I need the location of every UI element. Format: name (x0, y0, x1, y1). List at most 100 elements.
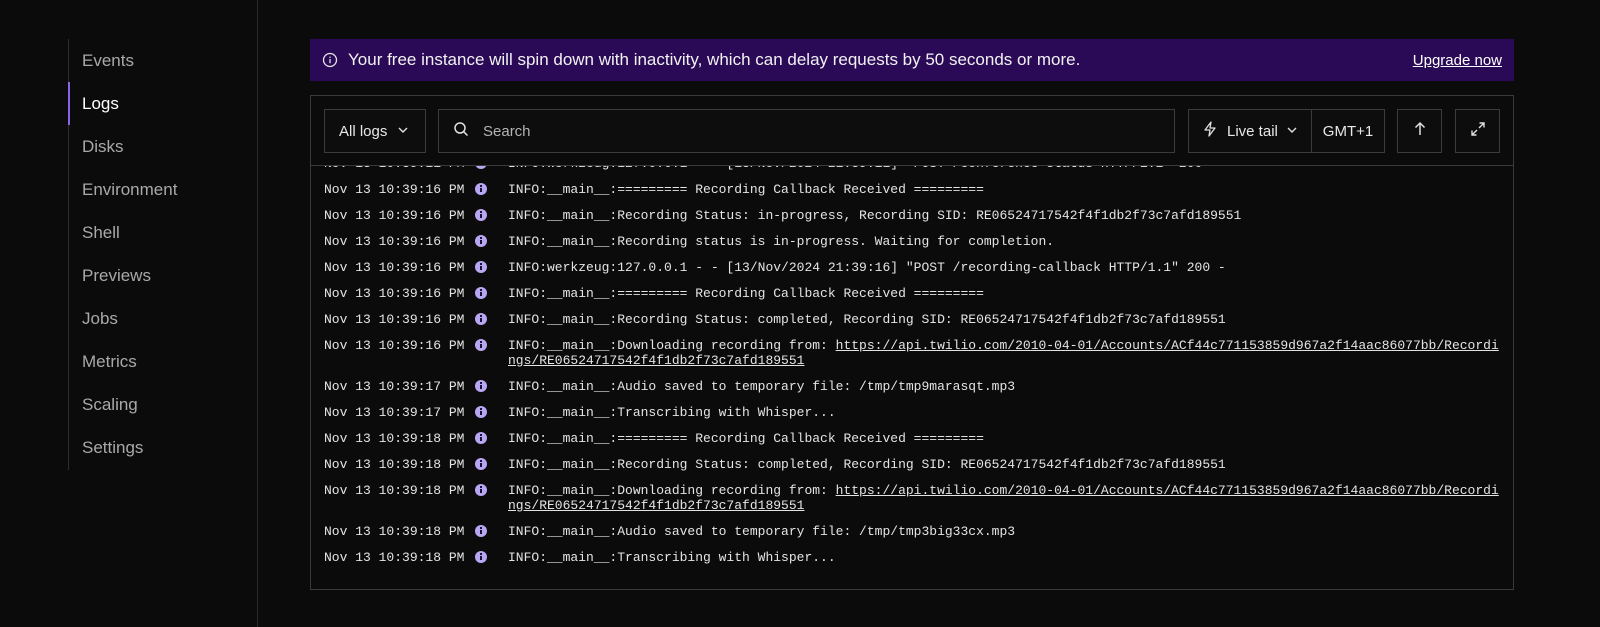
sidebar-item-previews[interactable]: Previews (69, 254, 258, 297)
info-dot-icon (475, 209, 487, 221)
sidebar-item-settings[interactable]: Settings (69, 426, 258, 469)
service-sidebar: Events Logs Disks Environment Shell Previews J… (68, 39, 258, 470)
sidebar-item-shell[interactable]: Shell (69, 211, 258, 254)
chevron-down-icon (397, 123, 409, 140)
log-timestamp: Nov 13 10:39:17 PM (324, 379, 465, 394)
log-message-text: INFO:__main__:Audio saved to temporary f… (508, 524, 1016, 539)
info-level-icon (474, 182, 508, 197)
log-message-text: INFO:__main__:Transcribing with Whisper.… (508, 405, 836, 420)
logs-panel: All logs Live tail GMT+1 (310, 95, 1514, 590)
log-message-text: INFO:__main__:Downloading recording from… (508, 338, 836, 353)
log-timestamp: Nov 13 10:39:18 PM (324, 457, 465, 472)
log-message: INFO:__main__:Audio saved to temporary f… (508, 379, 1513, 394)
log-row: Nov 13 10:39:16 PM INFO:__main__:Recordin… (311, 208, 1513, 223)
info-circle-icon (322, 52, 338, 68)
info-level-icon (474, 166, 508, 171)
sidebar-item-environment[interactable]: Environment (69, 168, 258, 211)
info-dot-icon (475, 406, 487, 418)
info-level-icon (474, 338, 508, 368)
live-tail-group: Live tail GMT+1 (1188, 109, 1385, 153)
log-viewer[interactable]: Nov 13 10:39:11 PM INFO:werkzeug:127.0.0.… (311, 166, 1513, 589)
info-dot-icon (475, 166, 487, 169)
log-message-text: INFO:werkzeug:127.0.0.1 - - [13/Nov/2024… (508, 166, 1218, 171)
log-timestamp: Nov 13 10:39:11 PM (324, 166, 474, 171)
banner-message: Your free instance will spin down with i… (348, 50, 1081, 69)
log-message-text: INFO:__main__:========= Recording Callba… (508, 182, 984, 197)
log-message: INFO:__main__:Recording Status: complete… (508, 312, 1513, 327)
sidebar-item-scaling[interactable]: Scaling (69, 383, 258, 426)
info-dot-icon (475, 183, 487, 195)
log-timestamp: Nov 13 10:39:16 PM (324, 312, 465, 327)
log-message: INFO:__main__:Recording Status: complete… (508, 457, 1513, 472)
log-timestamp: Nov 13 10:39:16 PM (324, 234, 465, 249)
log-message: INFO:werkzeug:127.0.0.1 - - [13/Nov/2024… (508, 260, 1513, 275)
log-message: INFO:__main__:Downloading recording from… (508, 483, 1513, 513)
sidebar-item-jobs[interactable]: Jobs (69, 297, 258, 340)
sidebar-item-events[interactable]: Events (69, 39, 258, 82)
info-dot-icon (475, 551, 487, 563)
log-message: INFO:__main__:Recording status is in-pro… (508, 234, 1513, 249)
log-message-text: INFO:__main__:Recording Status: complete… (508, 457, 1226, 472)
log-row: Nov 13 10:39:16 PM INFO:__main__:Download… (311, 338, 1513, 368)
log-message: INFO:__main__:Audio saved to temporary f… (508, 524, 1513, 539)
log-message: INFO:__main__:Transcribing with Whisper.… (508, 550, 1513, 565)
log-message-text: INFO:werkzeug:127.0.0.1 - - [13/Nov/2024… (508, 260, 1226, 275)
log-search-box[interactable] (438, 109, 1175, 153)
upgrade-now-link[interactable]: Upgrade now (1413, 52, 1502, 69)
log-timestamp: Nov 13 10:39:16 PM (324, 338, 465, 353)
sidebar-item-logs[interactable]: Logs (68, 82, 258, 125)
log-list: Nov 13 10:39:11 PM INFO:werkzeug:127.0.0.… (311, 166, 1513, 576)
log-timestamp: Nov 13 10:39:18 PM (324, 524, 465, 539)
info-dot-icon (475, 432, 487, 444)
log-message-text: INFO:__main__:Transcribing with Whisper.… (508, 550, 836, 565)
live-tail-button[interactable]: Live tail (1189, 110, 1312, 152)
expand-icon (1470, 121, 1486, 141)
log-message-text: INFO:__main__:Downloading recording from… (508, 483, 836, 498)
log-row: Nov 13 10:39:18 PM INFO:__main__:Recordin… (311, 457, 1513, 472)
log-timestamp: Nov 13 10:39:18 PM (324, 550, 465, 565)
log-message-text: INFO:__main__:========= Recording Callba… (508, 286, 984, 301)
info-level-icon (474, 286, 508, 301)
timezone-label: GMT+1 (1322, 122, 1374, 140)
log-timestamp: Nov 13 10:39:16 PM (324, 182, 465, 197)
log-timestamp: Nov 13 10:39:16 PM (324, 208, 465, 223)
log-message-text: INFO:__main__:Recording status is in-pro… (508, 234, 1055, 249)
log-message-text: INFO:__main__:========= Recording Callba… (508, 431, 984, 446)
arrow-up-icon (1413, 121, 1427, 141)
log-row: Nov 13 10:39:18 PM INFO:__main__:Transcri… (311, 550, 1513, 565)
log-row: Nov 13 10:39:16 PM INFO:werkzeug:127.0.0.… (311, 260, 1513, 275)
log-row: Nov 13 10:39:18 PM INFO:__main__:========… (311, 431, 1513, 446)
info-dot-icon (475, 458, 487, 470)
log-row: Nov 13 10:39:16 PM INFO:__main__:Recordin… (311, 234, 1513, 249)
log-timestamp: Nov 13 10:39:17 PM (324, 405, 465, 420)
log-message: INFO:__main__:Recording Status: in-progr… (508, 208, 1513, 223)
logs-toolbar: All logs Live tail GMT+1 (311, 96, 1513, 166)
log-message: INFO:__main__:========= Recording Callba… (508, 286, 1513, 301)
info-level-icon (474, 312, 508, 327)
log-timestamp: Nov 13 10:39:18 PM (324, 431, 465, 446)
chevron-down-icon (1286, 123, 1298, 140)
log-message-text: INFO:__main__:Recording Status: in-progr… (508, 208, 1242, 223)
lightning-icon (1203, 121, 1217, 141)
log-row: Nov 13 10:39:18 PM INFO:__main__:Download… (311, 483, 1513, 513)
info-level-icon (474, 550, 508, 565)
timezone-button[interactable]: GMT+1 (1312, 123, 1384, 140)
log-row: Nov 13 10:39:16 PM INFO:__main__:========… (311, 286, 1513, 301)
log-row: Nov 13 10:39:17 PM INFO:__main__:Transcri… (311, 405, 1513, 420)
log-message-text: INFO:__main__:Recording Status: complete… (508, 312, 1226, 327)
log-row: Nov 13 10:39:18 PM INFO:__main__:Audio sa… (311, 524, 1513, 539)
fullscreen-button[interactable] (1455, 109, 1500, 153)
scroll-to-top-button[interactable] (1397, 109, 1442, 153)
log-filter-dropdown[interactable]: All logs (324, 109, 426, 153)
log-filter-label: All logs (339, 122, 388, 140)
sidebar-item-metrics[interactable]: Metrics (69, 340, 258, 383)
info-dot-icon (475, 287, 487, 299)
info-dot-icon (475, 313, 487, 325)
log-row: Nov 13 10:39:16 PM INFO:__main__:Recordin… (311, 312, 1513, 327)
log-row: Nov 13 10:39:17 PM INFO:__main__:Audio sa… (311, 379, 1513, 394)
sidebar-item-disks[interactable]: Disks (69, 125, 258, 168)
search-input[interactable] (483, 122, 1143, 140)
info-level-icon (474, 208, 508, 223)
log-message: INFO:werkzeug:127.0.0.1 - - [13/Nov/2024… (508, 166, 1513, 171)
info-dot-icon (475, 380, 487, 392)
